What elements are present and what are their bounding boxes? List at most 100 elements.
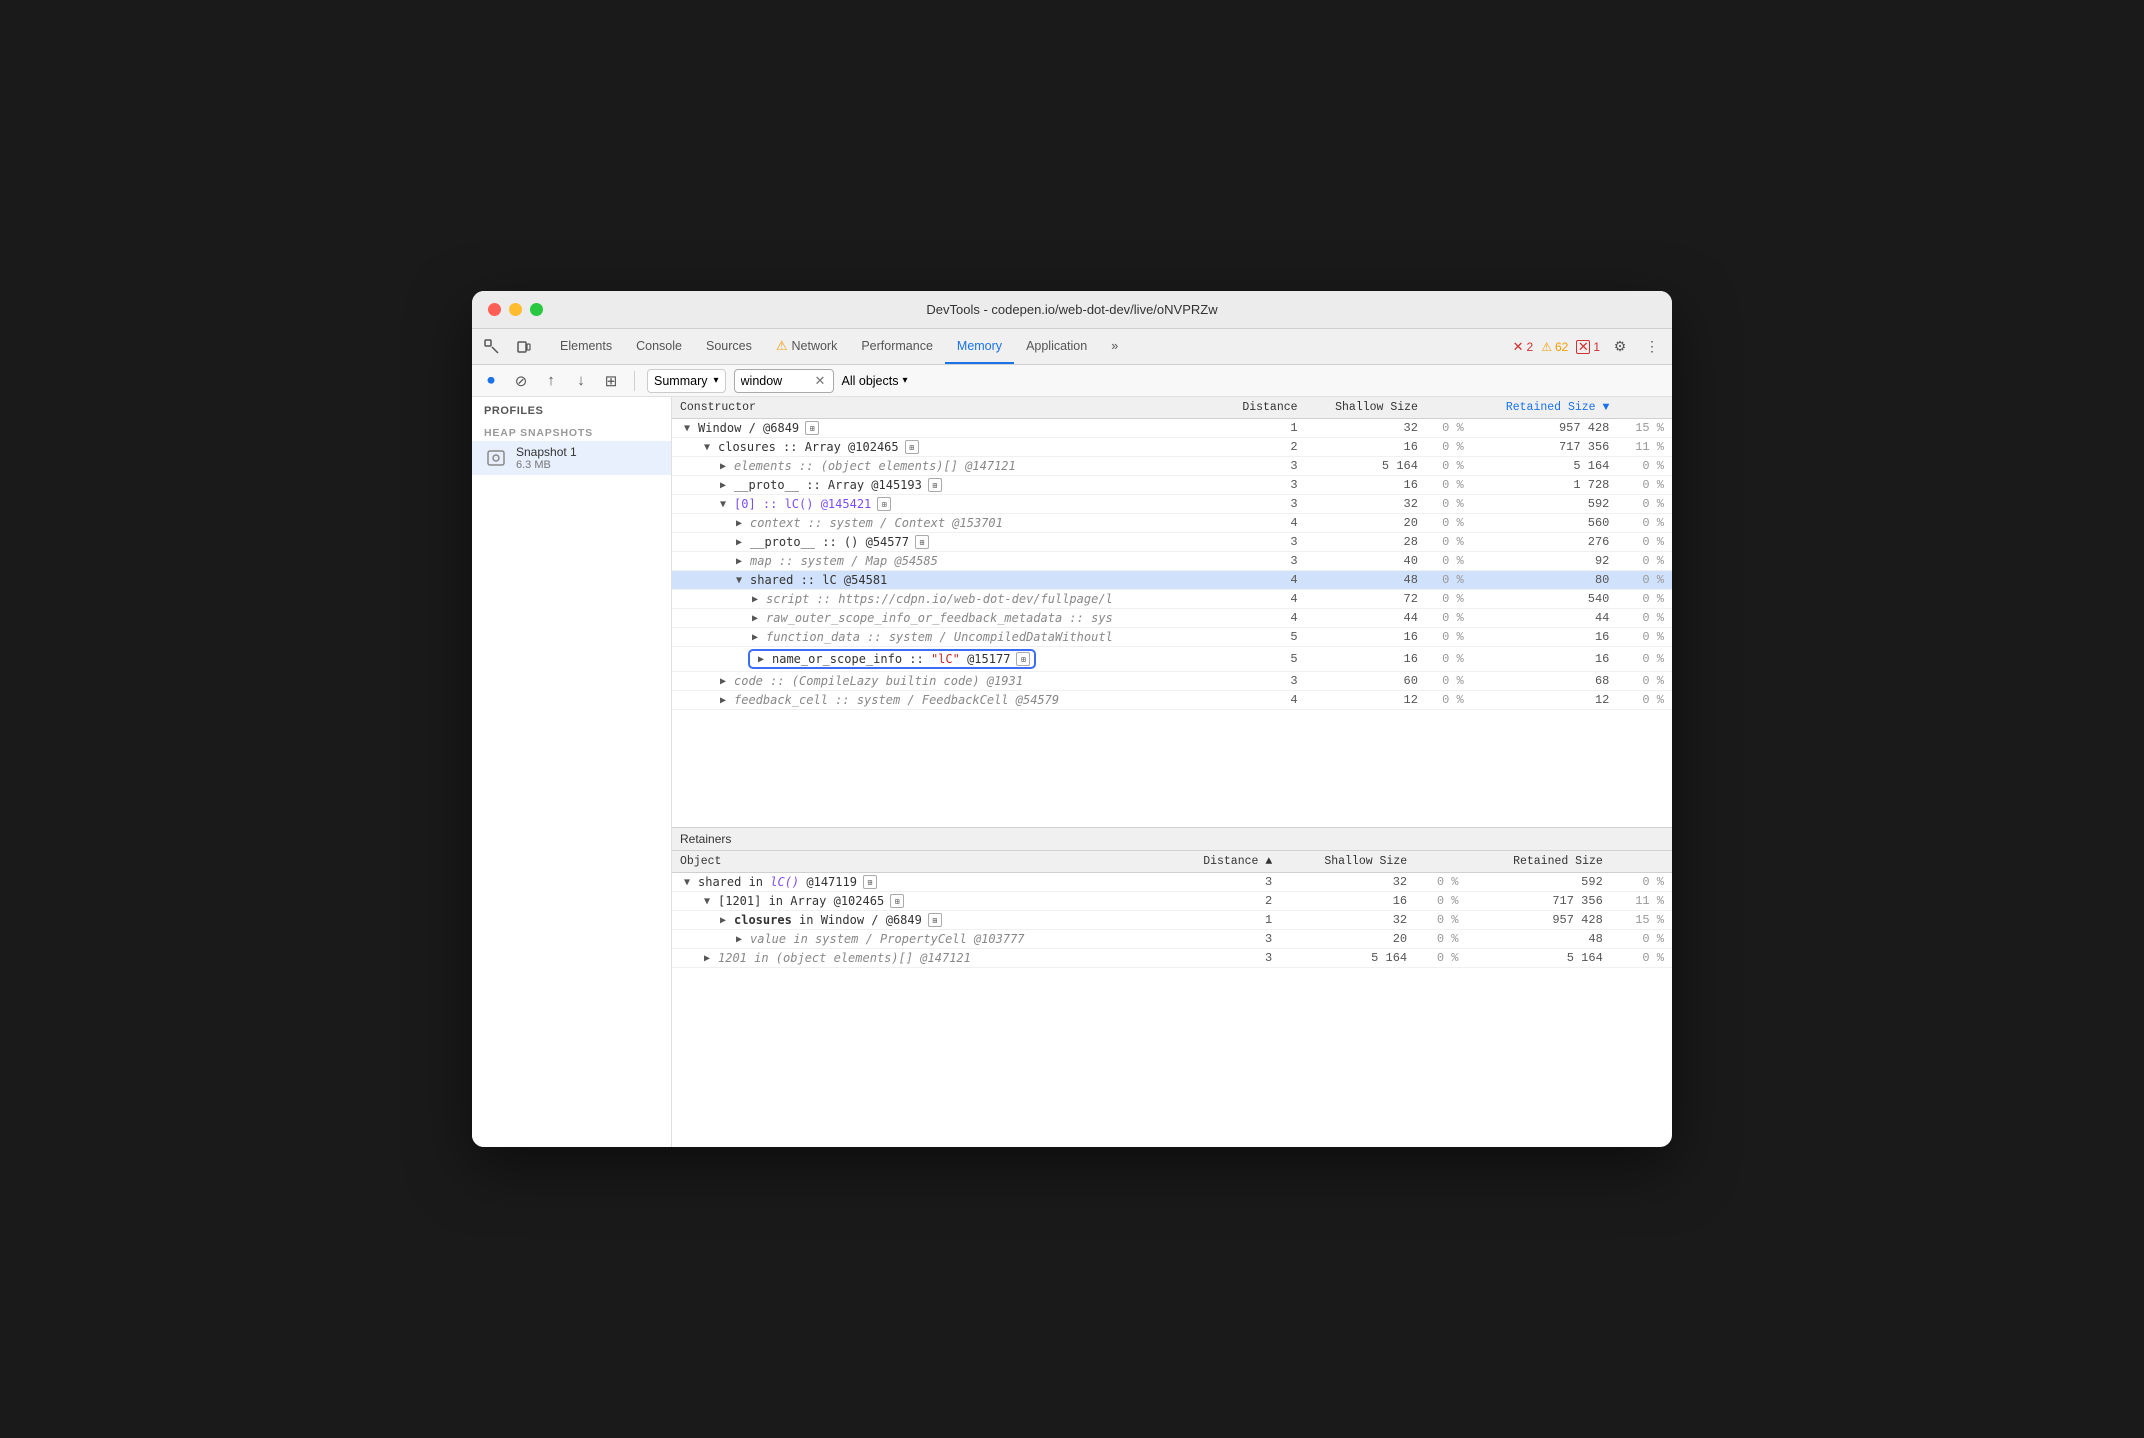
- tab-elements[interactable]: Elements: [548, 329, 624, 364]
- link-icon[interactable]: ⊞: [915, 535, 929, 549]
- retainers-panel: Retainers Object Distance ▲ Shallow Size: [672, 827, 1672, 1147]
- stop-button[interactable]: ⊘: [510, 370, 532, 392]
- shallow-size-cell: 32: [1306, 495, 1426, 514]
- table-row-selected[interactable]: ▼ shared :: lC @54581 4 48 0 % 80 0 %: [672, 571, 1672, 590]
- expand-arrow-icon[interactable]: ▼: [716, 497, 730, 511]
- expand-arrow-icon[interactable]: ▼: [732, 573, 746, 587]
- tab-more[interactable]: »: [1099, 329, 1130, 364]
- shallow-size-cell: 32: [1306, 419, 1426, 438]
- table-row[interactable]: ▼ [1201] in Array @102465 ⊞ 2 16 0 % 717…: [672, 892, 1672, 911]
- expand-arrow-icon[interactable]: ▶: [748, 611, 762, 625]
- table-row[interactable]: ▶ feedback_cell :: system / FeedbackCell…: [672, 691, 1672, 710]
- distance-cell: 5: [1219, 628, 1306, 647]
- retained-pct-cell: 0 %: [1617, 514, 1672, 533]
- table-row[interactable]: ▶ context :: system / Context @153701 4 …: [672, 514, 1672, 533]
- shallow-size-cell: 44: [1306, 609, 1426, 628]
- collect-button[interactable]: ⊞: [600, 370, 622, 392]
- table-row[interactable]: ▶ __proto__ :: Array @145193 ⊞ 3 16 0 % …: [672, 476, 1672, 495]
- expand-arrow-icon[interactable]: ▶: [732, 535, 746, 549]
- expand-arrow-icon[interactable]: ▼: [680, 875, 694, 889]
- clear-filter-icon[interactable]: ✕: [815, 373, 826, 389]
- record-button[interactable]: ⏺: [480, 370, 502, 392]
- tab-performance[interactable]: Performance: [849, 329, 945, 364]
- constructor-cell: ▶ name_or_scope_info :: "lC" @15177 ⊞: [672, 647, 1219, 672]
- table-row[interactable]: ▼ shared in lC() @147119 ⊞ 3 32 0 % 592 …: [672, 873, 1672, 892]
- tab-network[interactable]: ⚠ Network: [764, 329, 850, 364]
- retainers-table-container[interactable]: Object Distance ▲ Shallow Size Retained …: [672, 851, 1672, 1147]
- tab-memory[interactable]: Memory: [945, 329, 1014, 364]
- link-icon[interactable]: ⊞: [928, 478, 942, 492]
- upload-button[interactable]: ↑: [540, 370, 562, 392]
- upper-table-container[interactable]: Constructor Distance Shallow Size Retain…: [672, 397, 1672, 827]
- link-icon[interactable]: ⊞: [1016, 652, 1030, 666]
- sidebar-item-snapshot1[interactable]: Snapshot 1 6.3 MB: [472, 441, 671, 475]
- link-icon[interactable]: ⊞: [877, 497, 891, 511]
- expand-arrow-icon[interactable]: ▶: [716, 913, 730, 927]
- table-row[interactable]: ▶ raw_outer_scope_info_or_feedback_metad…: [672, 609, 1672, 628]
- expand-arrow-icon[interactable]: ▶: [716, 478, 730, 492]
- expand-arrow-icon[interactable]: ▶: [716, 674, 730, 688]
- expand-arrow-icon[interactable]: ▼: [700, 440, 714, 454]
- more-options-icon[interactable]: ⋮: [1640, 335, 1664, 359]
- shallow-size-cell: 16: [1306, 476, 1426, 495]
- expand-arrow-icon[interactable]: ▶: [732, 554, 746, 568]
- table-row[interactable]: ▶ value in system / PropertyCell @103777…: [672, 930, 1672, 949]
- table-row-highlighted[interactable]: ▶ name_or_scope_info :: "lC" @15177 ⊞ 5 …: [672, 647, 1672, 672]
- expand-arrow-icon[interactable]: ▶: [732, 932, 746, 946]
- expand-arrow-icon[interactable]: ▶: [732, 516, 746, 530]
- table-row[interactable]: ▶ __proto__ :: () @54577 ⊞ 3 28 0 % 276 …: [672, 533, 1672, 552]
- table-row[interactable]: ▶ elements :: (object elements)[] @14712…: [672, 457, 1672, 476]
- filter-input[interactable]: [741, 374, 811, 388]
- table-row[interactable]: ▶ closures in Window / @6849 ⊞ 1 32 0 % …: [672, 911, 1672, 930]
- constructor-text: name_or_scope_info :: "lC" @15177: [772, 652, 1010, 666]
- expand-arrow-icon[interactable]: ▶: [754, 652, 768, 666]
- filter-input-container[interactable]: ✕: [734, 369, 834, 393]
- table-row[interactable]: ▶ script :: https://cdpn.io/web-dot-dev/…: [672, 590, 1672, 609]
- expand-arrow-icon[interactable]: ▶: [716, 459, 730, 473]
- table-row[interactable]: ▼ [0] :: lC() @145421 ⊞ 3 32 0 % 592 0 %: [672, 495, 1672, 514]
- expand-arrow-icon[interactable]: ▶: [748, 630, 762, 644]
- shallow-cell: 20: [1280, 930, 1415, 949]
- maximize-button[interactable]: [530, 303, 543, 316]
- col-retained-size[interactable]: Retained Size ▼: [1472, 397, 1618, 419]
- retained-size-cell: 276: [1472, 533, 1618, 552]
- link-icon[interactable]: ⊞: [928, 913, 942, 927]
- retainers-col-retained: [1415, 851, 1466, 873]
- inspect-icon[interactable]: [480, 335, 504, 359]
- retained-pct-cell: 0 %: [1617, 691, 1672, 710]
- expand-arrow-icon[interactable]: ▶: [716, 693, 730, 707]
- link-icon[interactable]: ⊞: [905, 440, 919, 454]
- minimize-button[interactable]: [509, 303, 522, 316]
- object-text: [1201] in Array @102465: [718, 894, 884, 908]
- close-button[interactable]: [488, 303, 501, 316]
- table-row[interactable]: ▶ map :: system / Map @54585 3 40 0 % 92…: [672, 552, 1672, 571]
- expand-arrow-icon[interactable]: ▼: [700, 894, 714, 908]
- link-icon[interactable]: ⊞: [890, 894, 904, 908]
- summary-select[interactable]: Summary ▾: [647, 369, 726, 393]
- expand-arrow-icon[interactable]: ▶: [700, 951, 714, 965]
- tab-console[interactable]: Console: [624, 329, 694, 364]
- expand-arrow-icon[interactable]: ▶: [748, 592, 762, 606]
- col-distance: Distance: [1219, 397, 1306, 419]
- link-icon[interactable]: ⊞: [805, 421, 819, 435]
- download-button[interactable]: ↓: [570, 370, 592, 392]
- constructor-cell: ▶ function_data :: system / UncompiledDa…: [672, 628, 1219, 647]
- tab-application[interactable]: Application: [1014, 329, 1099, 364]
- tab-sources[interactable]: Sources: [694, 329, 764, 364]
- error-icon: ✕: [1513, 339, 1524, 355]
- settings-icon[interactable]: ⚙: [1608, 335, 1632, 359]
- link-icon[interactable]: ⊞: [863, 875, 877, 889]
- table-row[interactable]: ▶ code :: (CompileLazy builtin code) @19…: [672, 672, 1672, 691]
- table-row[interactable]: ▼ Window / @6849 ⊞ 1 32 0 % 957 428 15 %: [672, 419, 1672, 438]
- objects-select[interactable]: All objects ▾: [842, 374, 908, 388]
- table-row[interactable]: ▶ function_data :: system / UncompiledDa…: [672, 628, 1672, 647]
- retainers-col-distance[interactable]: Distance ▲: [1164, 851, 1280, 873]
- device-icon[interactable]: [512, 335, 536, 359]
- retained-cell: 592: [1466, 873, 1610, 892]
- table-row[interactable]: ▼ closures :: Array @102465 ⊞ 2 16 0 % 7…: [672, 438, 1672, 457]
- expand-arrow-icon[interactable]: ▼: [680, 421, 694, 435]
- table-row[interactable]: ▶ 1201 in (object elements)[] @147121 3 …: [672, 949, 1672, 968]
- shallow-pct-cell: 0 %: [1426, 628, 1472, 647]
- constructor-text: script :: https://cdpn.io/web-dot-dev/fu…: [766, 592, 1113, 606]
- info-badge: ✕ 1: [1576, 340, 1600, 354]
